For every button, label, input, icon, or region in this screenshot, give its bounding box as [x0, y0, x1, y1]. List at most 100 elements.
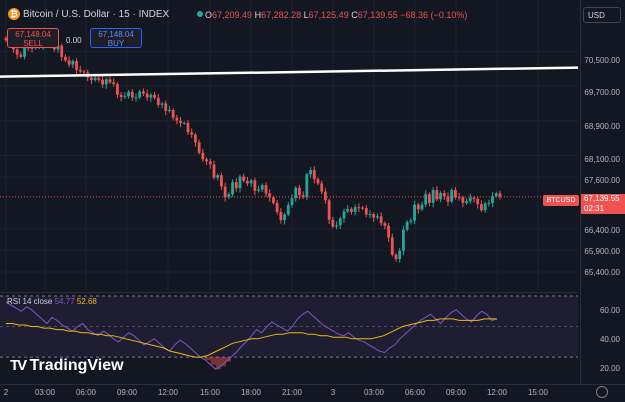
time-tick: 2	[3, 388, 9, 397]
time-tick: 09:00	[116, 388, 138, 397]
currency-select[interactable]: USD	[583, 7, 621, 23]
candle-body	[123, 96, 127, 98]
time-tick: 06:00	[404, 388, 426, 397]
candle-body	[156, 97, 160, 105]
buy-button[interactable]: 67,148.04 BUY	[90, 28, 142, 48]
candle-body	[439, 192, 442, 200]
candle-body	[97, 77, 101, 80]
tradingview-logo[interactable]: TV TradingView	[10, 357, 124, 375]
rsi-label: RSI 14 close	[7, 297, 53, 306]
candle-body	[257, 189, 260, 191]
candle-body	[249, 180, 253, 184]
candle-body	[312, 170, 316, 180]
rsi-tick: 60.00	[599, 306, 620, 315]
candle-body	[205, 159, 208, 162]
candle-body	[483, 203, 487, 211]
candle-body	[145, 93, 149, 98]
time-tick: 09:00	[445, 388, 467, 397]
candle-body	[324, 191, 327, 201]
time-tick: 06:00	[75, 388, 97, 397]
candle-body	[182, 122, 186, 124]
candle-body	[350, 208, 353, 212]
candle-body	[67, 60, 71, 65]
candle-body	[298, 187, 301, 196]
candle-body	[253, 180, 257, 191]
close-value: 67,139.55	[357, 10, 398, 20]
candle-body	[78, 69, 82, 72]
price-chart[interactable]	[0, 0, 580, 290]
buy-label: BUY	[107, 39, 125, 48]
candle-body	[108, 79, 112, 83]
price-axis[interactable]: 70,500.00 69,700.00 68,900.00 68,100.00 …	[580, 0, 625, 384]
candle-body	[201, 152, 205, 160]
candle-body	[71, 61, 75, 65]
time-tick: 03:00	[34, 388, 56, 397]
candle-body	[331, 219, 335, 227]
price-tick: 65,900.00	[584, 247, 620, 256]
candle-body	[398, 250, 402, 260]
candle-body	[361, 207, 364, 209]
time-axis[interactable]: 2 03:00 06:00 09:00 12:00 15:00 18:00 21…	[0, 384, 625, 402]
sell-button[interactable]: 67,148.04 SELL	[7, 28, 59, 48]
candle-body	[190, 132, 194, 135]
candle-body	[402, 229, 405, 251]
time-tick: 3	[330, 388, 336, 397]
candle-body	[119, 94, 123, 97]
open-label: O	[205, 10, 213, 20]
candle-body	[461, 197, 465, 203]
candle-body	[372, 214, 376, 218]
candle-body	[346, 208, 350, 212]
candle-body	[279, 211, 283, 221]
time-tick: 15:00	[199, 388, 221, 397]
candle-body	[394, 254, 398, 260]
rsi-legend[interactable]: RSI 14 close 54.77 52.68	[7, 297, 97, 306]
candle-body	[116, 84, 119, 95]
candle-body	[220, 175, 223, 187]
candle-body	[60, 45, 64, 57]
candle-body	[498, 193, 502, 197]
candle-body	[364, 208, 368, 215]
candle-body	[101, 79, 104, 85]
candle-body	[112, 82, 116, 85]
candle-body	[231, 182, 234, 195]
candle-body	[153, 94, 156, 98]
symbol-title[interactable]: Bitcoin / U.S. Dollar · 15 · INDEX	[23, 9, 169, 20]
candle-body	[138, 91, 142, 98]
time-tick: 15:00	[527, 388, 549, 397]
candle-body	[309, 170, 312, 175]
candle-body	[379, 216, 383, 224]
candle-body	[342, 211, 346, 219]
candle-body	[420, 204, 424, 210]
open-value: 67,209.49	[212, 10, 253, 20]
candle-body	[246, 180, 249, 184]
sell-label: SELL	[23, 39, 43, 48]
candle-body	[197, 142, 201, 153]
candle-body	[305, 174, 309, 198]
candle-body	[290, 198, 294, 206]
candle-body	[75, 61, 78, 70]
candle-body	[387, 225, 390, 238]
time-tick: 03:00	[363, 388, 385, 397]
candle-body	[186, 122, 190, 133]
logo-text: TradingView	[29, 357, 124, 374]
settings-icon[interactable]	[596, 386, 608, 398]
candle-body	[130, 91, 134, 98]
trendline[interactable]	[0, 66, 579, 78]
candle-body	[134, 97, 138, 99]
candle-body	[23, 47, 26, 57]
candle-body	[93, 77, 97, 81]
candle-body	[405, 221, 409, 230]
candle-body	[468, 197, 472, 202]
candle-body	[142, 91, 145, 94]
candle-body	[357, 207, 361, 209]
market-status-dot	[197, 11, 203, 17]
candle-body	[472, 197, 476, 199]
candle-body	[208, 161, 212, 165]
candle-body	[454, 189, 457, 197]
sell-price: 67,148.04	[15, 30, 51, 39]
rsi-value: 54.77	[54, 297, 75, 306]
candle-body	[264, 185, 268, 194]
bitcoin-icon: ₿	[8, 8, 20, 20]
candle-body	[338, 218, 342, 226]
rsi-tick: 40.00	[599, 335, 620, 344]
